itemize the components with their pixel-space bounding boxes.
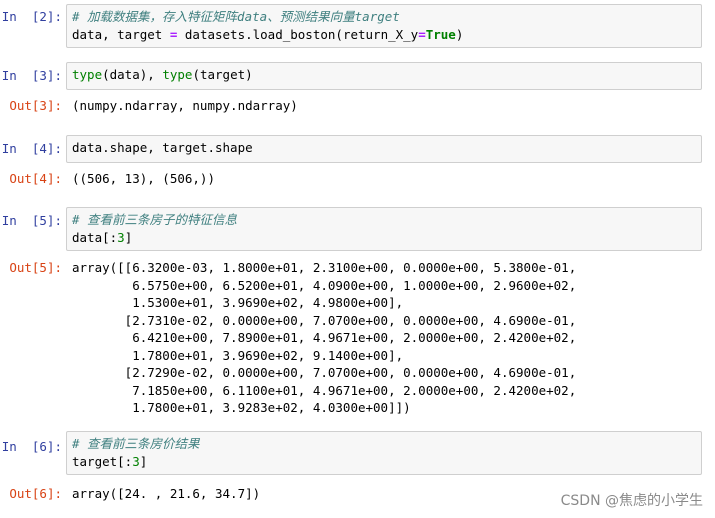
output-line: (numpy.ndarray, numpy.ndarray) xyxy=(72,98,298,113)
code-operator: = xyxy=(418,27,426,42)
in-prompt-6: In [6]: xyxy=(1,439,62,454)
code-text: data.shape, target.shape xyxy=(72,140,253,155)
code-text: ] xyxy=(124,230,133,245)
code-text: (data), xyxy=(102,67,163,82)
code-keyword: True xyxy=(425,27,456,42)
output-line: ((506, 13), (506,)) xyxy=(72,171,215,186)
watermark: CSDN @焦虑的小学生 xyxy=(560,493,703,509)
code-number: 3 xyxy=(132,454,140,469)
output-area-4: ((506, 13), (506,)) xyxy=(72,170,702,188)
in-prompt-5: In [5]: xyxy=(1,213,62,228)
code-builtin: type xyxy=(72,67,103,82)
output-area-3: (numpy.ndarray, numpy.ndarray) xyxy=(72,97,702,115)
out-prompt-6: Out[6]: xyxy=(9,486,62,501)
code-cell-4-input[interactable]: data.shape, target.shape xyxy=(66,135,702,163)
code-text: (target) xyxy=(192,67,253,82)
out-prompt-4: Out[4]: xyxy=(9,171,62,186)
code-text: ) xyxy=(455,27,464,42)
code-comment: # 查看前三条房价结果 xyxy=(72,436,200,451)
code-cell-2-input[interactable]: # 加载数据集，存入特征矩阵data、预测结果向量target data, ta… xyxy=(66,4,702,48)
out-prompt-3: Out[3]: xyxy=(9,98,62,113)
output-line: array([[6.3200e-03, 1.8000e+01, 2.3100e+… xyxy=(72,260,577,275)
output-line: 1.5300e+01, 3.9690e+02, 4.9800e+00], xyxy=(72,295,404,310)
code-number: 3 xyxy=(117,230,125,245)
code-text: datasets.load_boston(return_X_y xyxy=(177,27,419,42)
output-line: 1.7800e+01, 3.9283e+02, 4.0300e+00]]) xyxy=(72,400,411,415)
code-cell-6-input[interactable]: # 查看前三条房价结果 target[:3] xyxy=(66,431,702,475)
output-line: [2.7290e-02, 0.0000e+00, 7.0700e+00, 0.0… xyxy=(72,365,577,380)
code-text: data, target xyxy=(72,27,170,42)
code-text: target[: xyxy=(72,454,133,469)
code-comment: # 查看前三条房子的特征信息 xyxy=(72,212,238,227)
code-text: data[: xyxy=(72,230,118,245)
in-prompt-4: In [4]: xyxy=(1,141,62,156)
output-line: 1.7800e+01, 3.9690e+02, 9.1400e+00], xyxy=(72,347,404,363)
output-line: 7.1850e+00, 6.1100e+01, 4.9671e+00, 2.00… xyxy=(72,382,577,398)
code-builtin: type xyxy=(162,67,193,82)
output-area-5: array([[6.3200e-03, 1.8000e+01, 2.3100e+… xyxy=(72,259,702,417)
in-prompt-3: In [3]: xyxy=(1,68,62,83)
code-cell-3-input[interactable]: type(data), type(target) xyxy=(66,62,702,90)
output-line: [2.7310e-02, 0.0000e+00, 7.0700e+00, 0.0… xyxy=(72,312,577,328)
out-prompt-5: Out[5]: xyxy=(9,260,62,275)
output-line: 6.4210e+00, 7.8900e+01, 4.9671e+00, 2.00… xyxy=(72,330,577,345)
output-line: 6.5750e+00, 6.5200e+01, 4.0900e+00, 1.00… xyxy=(72,277,577,293)
code-cell-5-input[interactable]: # 查看前三条房子的特征信息 data[:3] xyxy=(66,207,702,251)
code-text: ] xyxy=(139,454,148,469)
code-comment: # 加载数据集，存入特征矩阵data、预测结果向量target xyxy=(72,9,400,24)
in-prompt-2: In [2]: xyxy=(1,9,62,24)
